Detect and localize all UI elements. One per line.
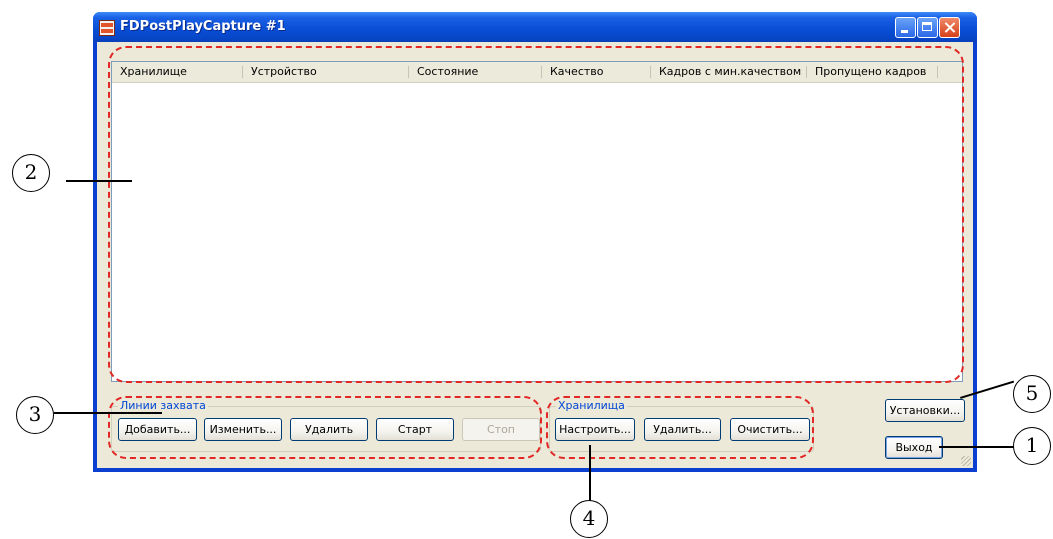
minimize-button[interactable] xyxy=(895,17,916,38)
callout-number-3: 3 xyxy=(16,396,54,434)
resize-grip[interactable] xyxy=(961,456,971,466)
callout-outline-list xyxy=(108,46,964,383)
callout-leader-3 xyxy=(54,412,162,414)
callout-leader-1 xyxy=(939,446,1015,448)
exit-button[interactable]: Выход xyxy=(885,436,943,459)
callout-number-1: 1 xyxy=(1013,427,1051,465)
title-bar[interactable]: FDPostPlayCapture #1 xyxy=(93,12,977,42)
callout-number-2: 2 xyxy=(12,154,50,192)
window-title: FDPostPlayCapture #1 xyxy=(120,19,286,34)
figure: FDPostPlayCapture #1 Хранилище Устройств… xyxy=(0,0,1053,539)
maximize-button[interactable] xyxy=(917,17,938,38)
app-icon xyxy=(99,20,115,36)
callout-number-5: 5 xyxy=(1013,375,1051,413)
close-button[interactable] xyxy=(939,17,960,38)
settings-button[interactable]: Установки... xyxy=(885,399,965,422)
callout-outline-capture-lines xyxy=(108,396,542,459)
callout-leader-4 xyxy=(589,445,591,501)
callout-outline-storages xyxy=(546,396,814,459)
callout-number-4: 4 xyxy=(570,500,608,538)
callout-leader-2 xyxy=(66,180,132,182)
